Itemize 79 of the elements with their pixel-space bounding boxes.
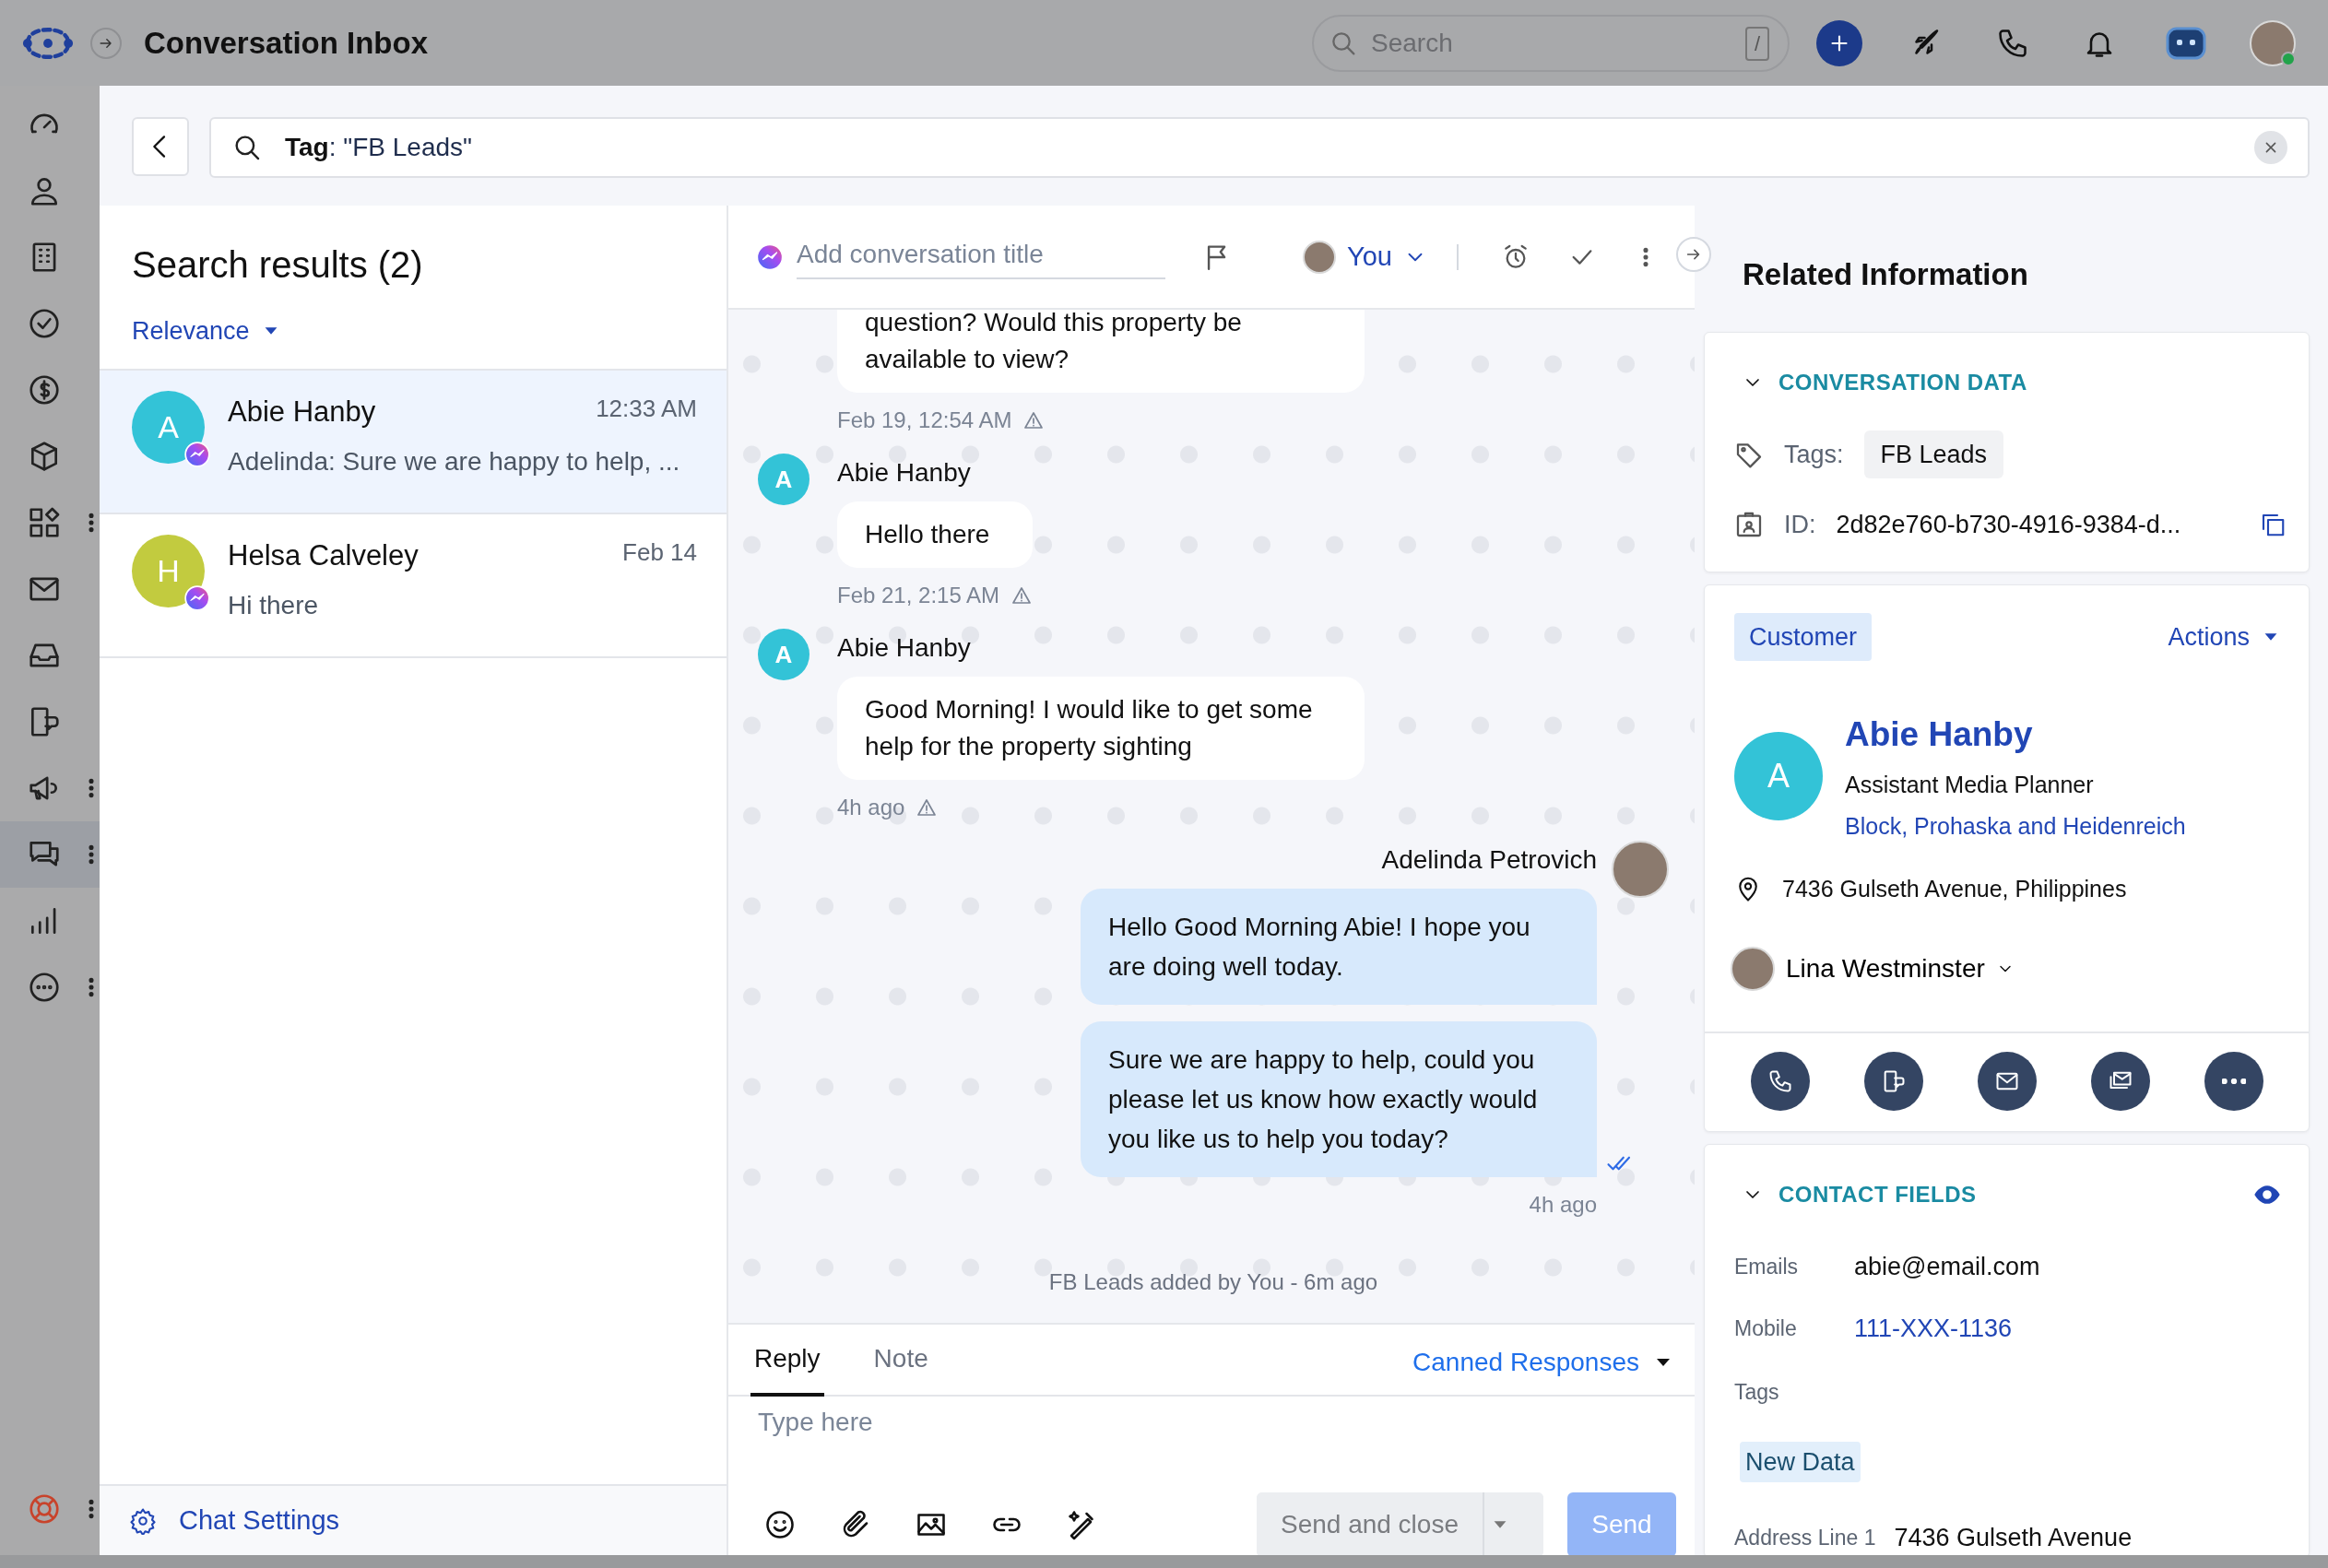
add-button[interactable] [1816,19,1862,66]
activity-note: FB Leads added by You - 6m ago [1047,1268,1379,1296]
canned-responses-dropdown[interactable]: Canned Responses [1412,1343,1695,1395]
message-time: Feb 19, 12:54 AM [837,407,1012,434]
search-query: Tag: "FB Leads" [285,132,473,163]
avatar-initial: H [157,551,180,590]
search-filter-field[interactable]: Tag: "FB Leads" [209,117,2310,178]
avatar-initial: A [774,639,793,670]
page-title: Conversation Inbox [144,24,429,62]
shortcut-key: / [1744,26,1769,61]
job-title: Assistant Media Planner [1845,770,2095,799]
tag-chip: New Data [1740,1441,1861,1482]
messenger-icon [184,441,210,467]
sender-name: Adelinda Petrovich [1381,844,1597,876]
conversation-id: 2d82e760-b730-4916-9384-d... [1836,510,2181,540]
field-label: Address Line 1 [1734,1525,1876,1551]
contact-type-badge: Customer [1734,612,1873,661]
contact-address: 7436 Gulseth Avenue, Philippines [1782,874,2127,903]
field-label: Mobile [1734,1315,1798,1342]
message-time: 12:33 AM [596,393,697,424]
composer-tab[interactable]: Note [869,1339,932,1397]
message-bubble: Hello Good Morning Abie! I hope you are doing well today. [1081,889,1597,1005]
avatar-initial: A [158,407,179,446]
chat-settings-link[interactable]: Chat Settings [179,1500,340,1541]
field-label: ID: [1784,510,1816,540]
reply-composer[interactable]: Reply Note Canned Responses Type here Send and close Send [728,1323,1695,1555]
emoji-icon[interactable] [763,1508,797,1541]
field-value: 7436 Gulseth Avenue [1894,1523,2133,1553]
company-link[interactable]: Block, Prohaska and Heidenreich [1845,809,2186,844]
message-bubble: Good Morning! I would like to get some help for the property sighting [837,677,1365,780]
message-bubble: Sure we are happy to help, could you please let us know how exactly would you like us to help you today? [1081,1021,1597,1177]
more-dots-icon [2221,1079,2246,1084]
field-label: Tags: [1784,439,1844,470]
clear-search-button[interactable] [2254,131,2287,164]
message-bubble: question? Would this property be available to view? [837,310,1365,393]
phone-link[interactable]: 111-XXX-1136 [1854,1309,2013,1347]
message-bubble: Hello there [837,501,1034,568]
sort-dropdown[interactable]: Relevance [100,292,313,350]
contact-name: Abie Hanby [228,394,376,430]
owner-dropdown[interactable]: Lina Westminster [1705,947,2015,991]
field-label: Tags [1734,1379,1780,1406]
results-title: Search results (2) [131,243,424,287]
more-circle-icon[interactable] [27,970,62,1005]
contact-name: Helsa Calveley [228,537,419,573]
sender-name: Abie Hanby [837,632,972,664]
sender-name: Abie Hanby [837,457,972,489]
section-toggle[interactable]: CONVERSATION DATA [1778,365,2027,399]
conversation-list-item[interactable]: A Abie Hanby 12:33 AM Adelinda: Sure we are happy to help, ... [100,370,727,514]
expand-button[interactable] [90,27,122,59]
messenger-icon [756,242,784,271]
tag-chip: FB Leads [1863,430,2004,478]
messenger-icon [184,584,210,611]
check-circle-icon[interactable] [27,306,62,341]
panel-title: Related Information [1742,256,2029,293]
online-status-dot [2281,51,2296,66]
back-button[interactable] [132,117,189,176]
settings-icon[interactable] [129,1506,157,1535]
message-time: Feb 14 [622,536,697,568]
field-label: Emails [1734,1254,1799,1280]
dollar-icon[interactable] [27,372,62,407]
actions-dropdown[interactable]: Actions [2168,618,2281,655]
conversation-list-item[interactable]: H Helsa Calveley Feb 14 Hi there [100,513,727,658]
apps-grid-icon[interactable] [27,505,62,540]
message-preview: Hi there [228,590,320,621]
avatar-initial: A [774,464,793,495]
avatar-initial: A [1767,756,1790,797]
message-time: 4h ago [837,794,905,821]
assignee-dropdown[interactable]: You [1297,235,1433,278]
section-toggle[interactable]: CONTACT FIELDS [1778,1178,1977,1211]
assignee-avatar-photo [1303,240,1337,274]
sidebar-item-highlight[interactable] [0,821,100,888]
contact-name: Abie Hanby [1845,714,2034,755]
field-value: abie@email.com [1854,1252,2040,1282]
collapse-panel-button[interactable] [1676,237,1711,272]
message-time: Feb 21, 2:15 AM [837,582,1000,609]
message-time: 4h ago [1529,1191,1597,1219]
user-avatar-photo[interactable] [2250,19,2296,66]
message-preview: Adelinda: Sure we are happy to help, ... [228,446,681,477]
owner-avatar-photo [1731,947,1775,991]
